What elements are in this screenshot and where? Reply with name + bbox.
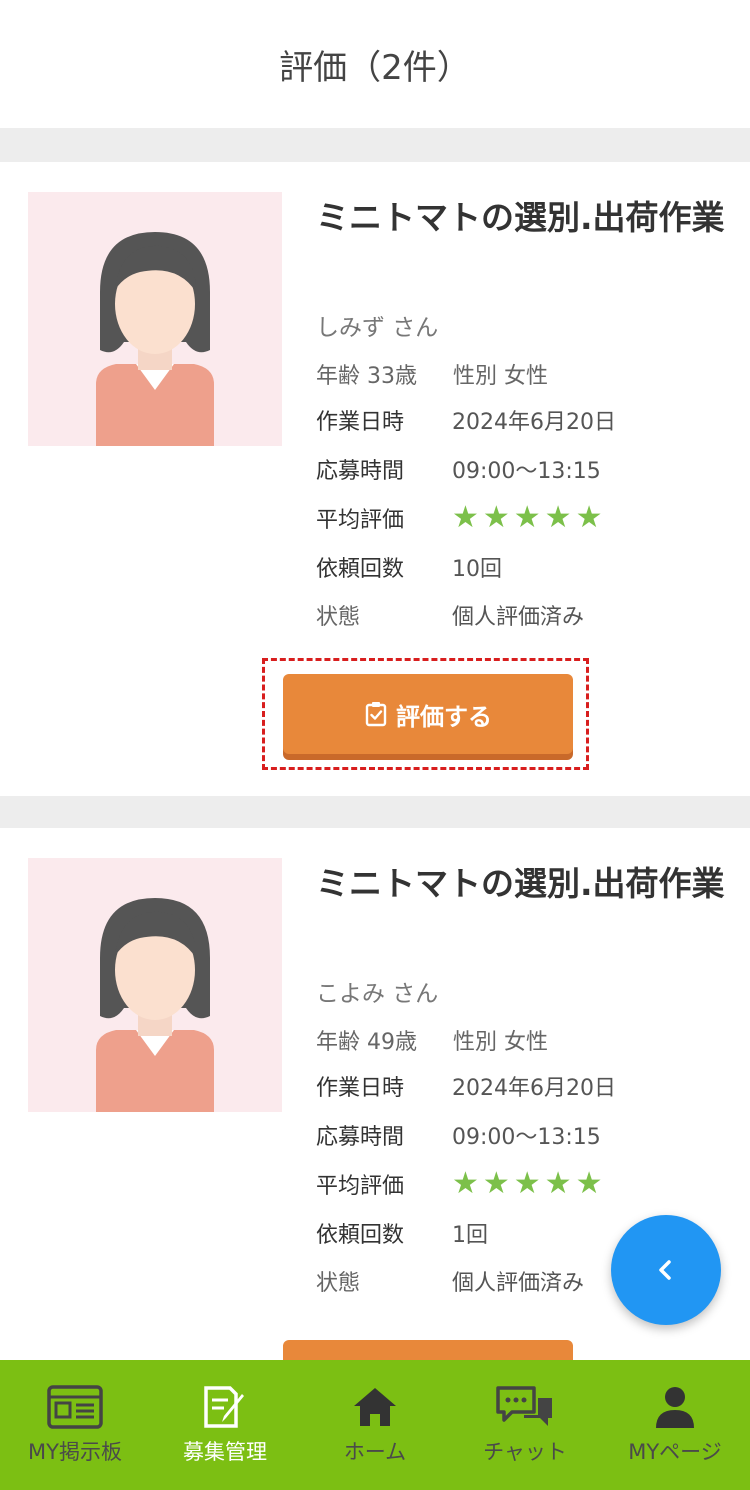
user-icon: [656, 1387, 694, 1428]
status-value: 個人評価済み: [452, 1271, 585, 1296]
work-date-value: 2024年6月20日: [452, 410, 616, 435]
apply-time-label: 応募時間: [316, 459, 405, 484]
nav-label: MYページ: [628, 1440, 722, 1464]
section-divider: [0, 796, 750, 828]
worker-name: こよみ さん: [316, 981, 439, 1007]
rating-stars-icon: ★★★★★: [452, 1166, 607, 1201]
age-gender: 年齢 33歳 性別 女性: [316, 358, 548, 390]
rating-row: 平均評価 ★★★★★: [316, 1168, 606, 1200]
nav-item-my-board[interactable]: MY掲示板: [0, 1360, 150, 1490]
status-value: 個人評価済み: [452, 605, 585, 630]
page-title: 評価（2件）: [279, 47, 471, 88]
section-divider: [0, 128, 750, 162]
nav-item-my-page[interactable]: MYページ: [600, 1360, 750, 1490]
page-header: 評価（2件）: [0, 0, 750, 128]
work-date-row: 作業日時 2024年6月20日: [316, 404, 616, 436]
chat-icon: [496, 1386, 552, 1426]
requests-value: 1回: [452, 1223, 488, 1248]
job-title: ミニトマトの選別.出荷作業: [316, 864, 725, 903]
home-icon: [354, 1388, 396, 1426]
gender-text: 性別 女性: [453, 364, 548, 389]
apply-time-row: 応募時間 09:00〜13:15: [316, 453, 601, 485]
status-label: 状態: [316, 1271, 361, 1296]
requests-value: 10回: [452, 557, 502, 582]
nav-item-chat[interactable]: チャット: [450, 1360, 600, 1490]
person-avatar-icon: [96, 232, 214, 446]
back-fab-button[interactable]: [611, 1215, 721, 1325]
age-text: 年齢 49歳: [316, 1030, 417, 1055]
gender-text: 性別 女性: [453, 1030, 548, 1055]
apply-time-value: 09:00〜13:15: [452, 459, 601, 484]
rating-label: 平均評価: [316, 1174, 405, 1199]
apply-time-row: 応募時間 09:00〜13:15: [316, 1119, 601, 1151]
bulletin-board-icon: [47, 1385, 103, 1429]
nav-label: ホーム: [343, 1440, 407, 1464]
requests-row: 依頼回数 10回: [316, 551, 502, 583]
work-date-value: 2024年6月20日: [452, 1076, 616, 1101]
highlight-box: [262, 658, 589, 770]
nav-label: MY掲示板: [28, 1440, 122, 1464]
avatar: [28, 858, 282, 1112]
rating-label: 平均評価: [316, 508, 405, 533]
age-gender: 年齢 49歳 性別 女性: [316, 1024, 548, 1056]
status-row: 状態 個人評価済み: [316, 1265, 584, 1297]
status-row: 状態 個人評価済み: [316, 599, 584, 631]
person-avatar-icon: [96, 898, 214, 1112]
recruit-edit-icon: [204, 1386, 244, 1428]
job-title: ミニトマトの選別.出荷作業: [316, 198, 725, 237]
apply-time-label: 応募時間: [316, 1125, 405, 1150]
avatar: [28, 192, 282, 446]
rating-stars-icon: ★★★★★: [452, 500, 607, 535]
requests-label: 依頼回数: [316, 557, 405, 582]
age-text: 年齢 33歳: [316, 364, 417, 389]
nav-label: チャット: [483, 1440, 567, 1464]
chevron-left-icon: [659, 1260, 671, 1280]
requests-label: 依頼回数: [316, 1223, 405, 1248]
work-date-row: 作業日時 2024年6月20日: [316, 1070, 616, 1102]
nav-item-recruit[interactable]: 募集管理: [150, 1360, 300, 1490]
nav-item-home[interactable]: ホーム: [300, 1360, 450, 1490]
work-date-label: 作業日時: [316, 1076, 405, 1101]
nav-label: 募集管理: [183, 1440, 267, 1464]
worker-name: しみず さん: [316, 315, 439, 341]
work-date-label: 作業日時: [316, 410, 405, 435]
apply-time-value: 09:00〜13:15: [452, 1125, 601, 1150]
status-label: 状態: [316, 605, 361, 630]
bottom-nav: MY掲示板 募集管理 ホーム チャット MYページ: [0, 1360, 750, 1490]
rating-row: 平均評価 ★★★★★: [316, 502, 606, 534]
requests-row: 依頼回数 1回: [316, 1217, 488, 1249]
